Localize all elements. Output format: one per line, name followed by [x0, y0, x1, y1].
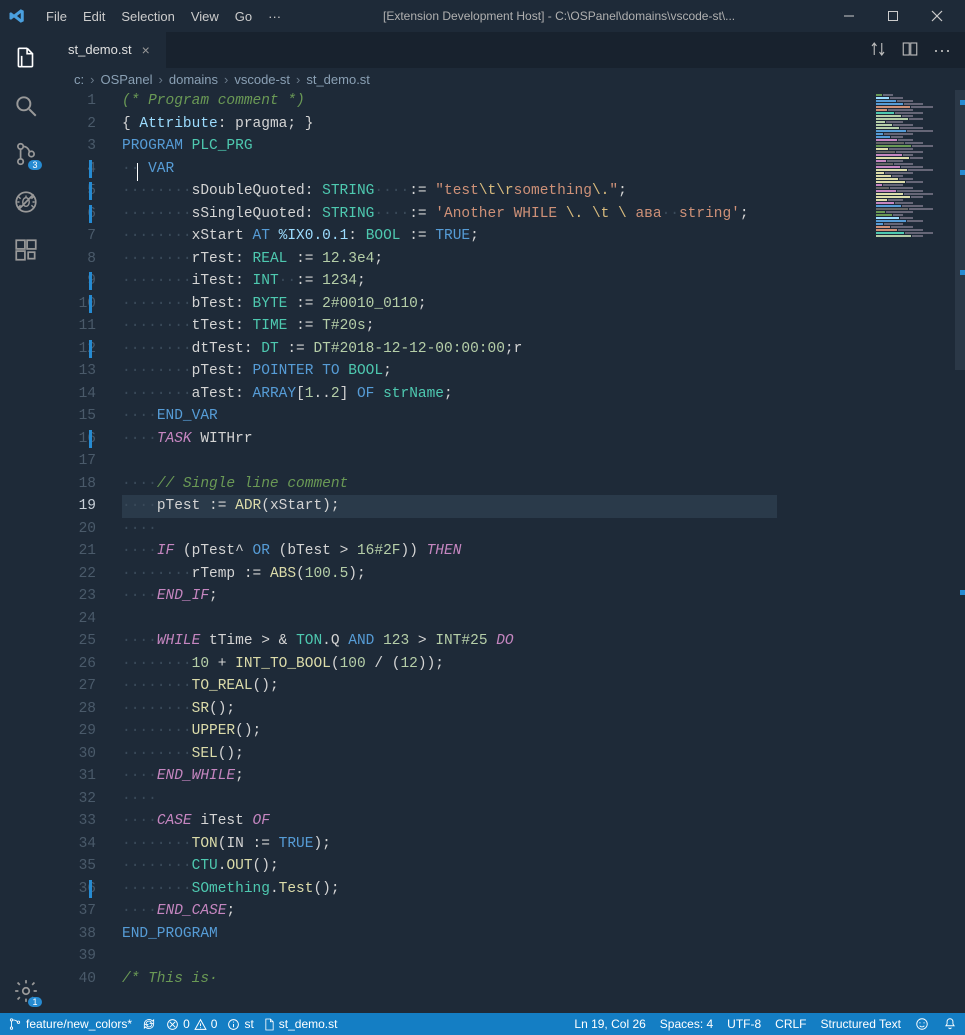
tab-label: st_demo.st: [68, 42, 132, 57]
line-gutter[interactable]: 1234567891011121314151617181920212223242…: [52, 90, 122, 1017]
breadcrumb-file[interactable]: st_demo.st: [306, 72, 370, 87]
encoding[interactable]: UTF-8: [727, 1017, 761, 1031]
compare-icon[interactable]: [869, 40, 887, 61]
split-icon[interactable]: [901, 40, 919, 61]
window-title: [Extension Development Host] - C:\OSPane…: [289, 9, 829, 23]
tab-st-demo[interactable]: st_demo.st ×: [52, 32, 166, 68]
editor-region: st_demo.st × ··· c:› OSPanel› domains› v…: [52, 32, 965, 1017]
warnings-count: 0: [211, 1017, 218, 1031]
debug-icon[interactable]: [12, 188, 40, 216]
close-button[interactable]: [917, 2, 957, 30]
extensions-icon[interactable]: [12, 236, 40, 264]
menu-go[interactable]: Go: [227, 9, 260, 24]
language-mode[interactable]: Structured Text: [821, 1017, 901, 1031]
bell-icon[interactable]: [943, 1017, 957, 1031]
minimap[interactable]: [871, 90, 965, 1017]
info-text: st: [244, 1017, 253, 1031]
branch-indicator[interactable]: feature/new_colors*: [8, 1017, 132, 1031]
code-content[interactable]: (* Program comment *){ Attribute: pragma…: [122, 90, 871, 1017]
menu-view[interactable]: View: [183, 9, 227, 24]
indentation[interactable]: Spaces: 4: [660, 1017, 713, 1031]
menu-file[interactable]: File: [38, 9, 75, 24]
explorer-icon[interactable]: [12, 44, 40, 72]
code-area[interactable]: 1234567891011121314151617181920212223242…: [52, 90, 965, 1017]
gear-icon[interactable]: 1: [12, 977, 40, 1005]
menu-selection[interactable]: Selection: [113, 9, 182, 24]
scm-badge: 3: [28, 160, 42, 170]
more-icon[interactable]: ···: [933, 40, 951, 61]
file-name: st_demo.st: [279, 1017, 338, 1031]
branch-name: feature/new_colors*: [26, 1017, 132, 1031]
close-icon[interactable]: ×: [142, 42, 150, 58]
minimize-button[interactable]: [829, 2, 869, 30]
menu-overflow[interactable]: ···: [260, 9, 289, 24]
gear-badge: 1: [28, 997, 42, 1007]
breadcrumb-root[interactable]: c:: [74, 72, 84, 87]
eol[interactable]: CRLF: [775, 1017, 806, 1031]
breadcrumb-p1[interactable]: OSPanel: [100, 72, 152, 87]
minimap-slider[interactable]: [955, 90, 965, 370]
window-controls: [829, 2, 957, 30]
vscode-logo-icon: [8, 7, 26, 25]
statusbar: feature/new_colors* 0 0 st st_demo.st Ln…: [0, 1013, 965, 1035]
feedback-icon[interactable]: [915, 1017, 929, 1031]
menu-edit[interactable]: Edit: [75, 9, 113, 24]
scm-icon[interactable]: 3: [12, 140, 40, 168]
breadcrumb[interactable]: c:› OSPanel› domains› vscode-st› st_demo…: [52, 68, 965, 90]
activity-bar: 3 1: [0, 32, 52, 1017]
sync-icon[interactable]: [142, 1017, 156, 1031]
tabs-row: st_demo.st × ···: [52, 32, 965, 68]
info-indicator[interactable]: st: [227, 1017, 253, 1031]
search-icon[interactable]: [12, 92, 40, 120]
file-indicator[interactable]: st_demo.st: [264, 1017, 338, 1031]
problems-indicator[interactable]: 0 0: [166, 1017, 217, 1031]
maximize-button[interactable]: [873, 2, 913, 30]
breadcrumb-p3[interactable]: vscode-st: [234, 72, 290, 87]
errors-count: 0: [183, 1017, 190, 1031]
titlebar: File Edit Selection View Go ··· [Extensi…: [0, 0, 965, 32]
breadcrumb-p2[interactable]: domains: [169, 72, 218, 87]
cursor-position[interactable]: Ln 19, Col 26: [574, 1017, 645, 1031]
